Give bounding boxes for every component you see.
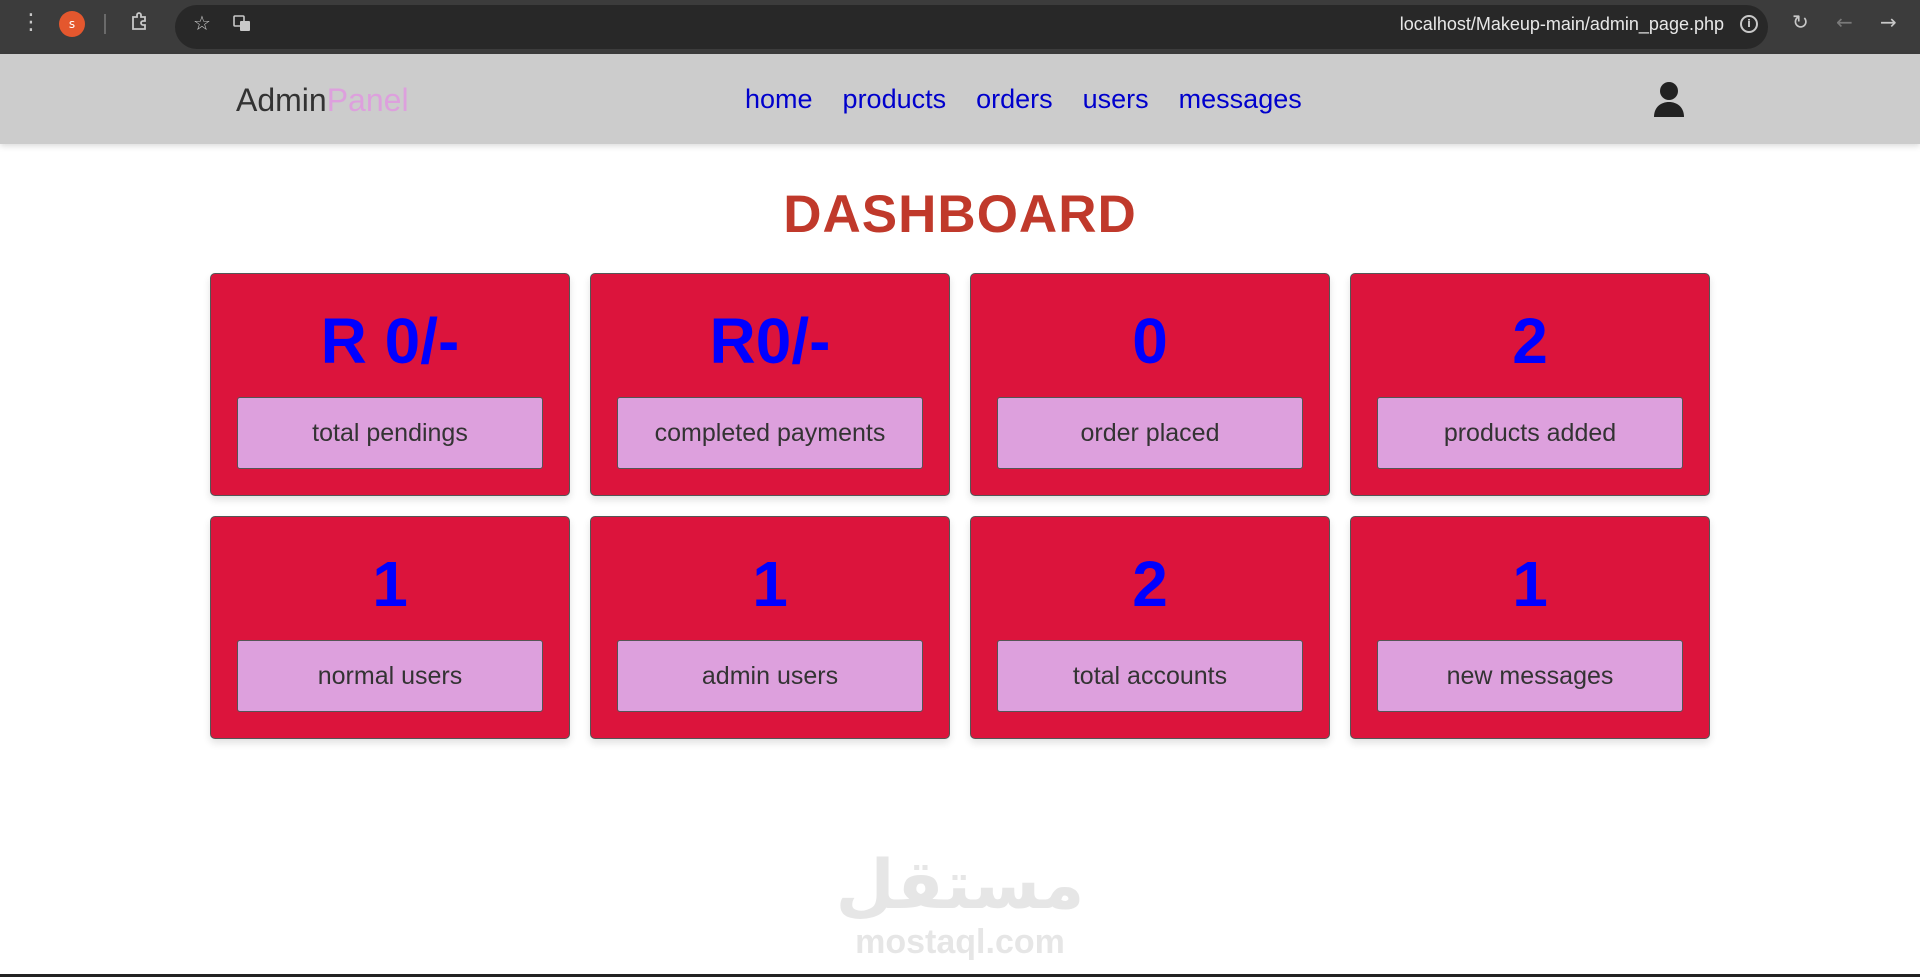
card-label-button[interactable]: order placed <box>997 397 1303 469</box>
info-icon[interactable]: i <box>1740 15 1758 33</box>
logo[interactable]: AdminPanel <box>236 82 409 119</box>
main-nav: home products orders users messages <box>745 84 1302 115</box>
star-icon[interactable]: ☆ <box>193 13 211 33</box>
card-value: 1 <box>752 548 788 620</box>
card-label-button[interactable]: completed payments <box>617 397 923 469</box>
logo-main: Admin <box>236 82 327 118</box>
card-value: R 0/- <box>320 305 460 377</box>
dashboard-grid: R 0/- total pendings R0/- completed paym… <box>210 273 1710 739</box>
toolbar-divider <box>104 14 106 34</box>
logo-accent: Panel <box>326 82 409 118</box>
nav-home[interactable]: home <box>745 84 813 115</box>
card-label-button[interactable]: new messages <box>1377 640 1683 712</box>
extensions-icon[interactable] <box>130 12 150 35</box>
nav-orders[interactable]: orders <box>976 84 1053 115</box>
card-value: 2 <box>1512 305 1548 377</box>
watermark-logo: مستقل mostaql.com <box>0 850 1920 962</box>
card-value: 2 <box>1132 548 1168 620</box>
card-value: 1 <box>1512 548 1548 620</box>
card-total-pendings: R 0/- total pendings <box>210 273 570 496</box>
card-label-button[interactable]: admin users <box>617 640 923 712</box>
translate-icon[interactable] <box>232 13 252 37</box>
reload-icon[interactable]: ↻ <box>1792 12 1809 32</box>
nav-products[interactable]: products <box>843 84 947 115</box>
profile-avatar[interactable]: s <box>59 11 85 37</box>
card-admin-users: 1 admin users <box>590 516 950 739</box>
card-value: R0/- <box>709 305 831 377</box>
nav-messages[interactable]: messages <box>1179 84 1302 115</box>
back-icon[interactable]: ← <box>1836 12 1853 32</box>
url-text[interactable]: localhost/Makeup-main/admin_page.php <box>1400 14 1724 35</box>
card-label-button[interactable]: total pendings <box>237 397 543 469</box>
card-value: 1 <box>372 548 408 620</box>
admin-header: AdminPanel home products orders users me… <box>0 54 1920 144</box>
card-products-added: 2 products added <box>1350 273 1710 496</box>
page-title: DASHBOARD <box>783 185 1137 244</box>
watermark-arabic: مستقل <box>835 846 1085 925</box>
card-new-messages: 1 new messages <box>1350 516 1710 739</box>
card-completed-payments: R0/- completed payments <box>590 273 950 496</box>
watermark-latin: mostaql.com <box>855 923 1065 961</box>
user-icon[interactable] <box>1653 81 1685 117</box>
forward-icon[interactable]: → <box>1880 12 1897 32</box>
menu-dots-icon[interactable]: ⋮ <box>20 12 42 34</box>
nav-users[interactable]: users <box>1083 84 1149 115</box>
card-normal-users: 1 normal users <box>210 516 570 739</box>
card-label-button[interactable]: total accounts <box>997 640 1303 712</box>
card-order-placed: 0 order placed <box>970 273 1330 496</box>
card-total-accounts: 2 total accounts <box>970 516 1330 739</box>
card-label-button[interactable]: normal users <box>237 640 543 712</box>
card-label-button[interactable]: products added <box>1377 397 1683 469</box>
browser-toolbar: ⋮ s ☆ localhost/Makeup-main/admin_page.p… <box>0 0 1920 54</box>
card-value: 0 <box>1132 305 1168 377</box>
